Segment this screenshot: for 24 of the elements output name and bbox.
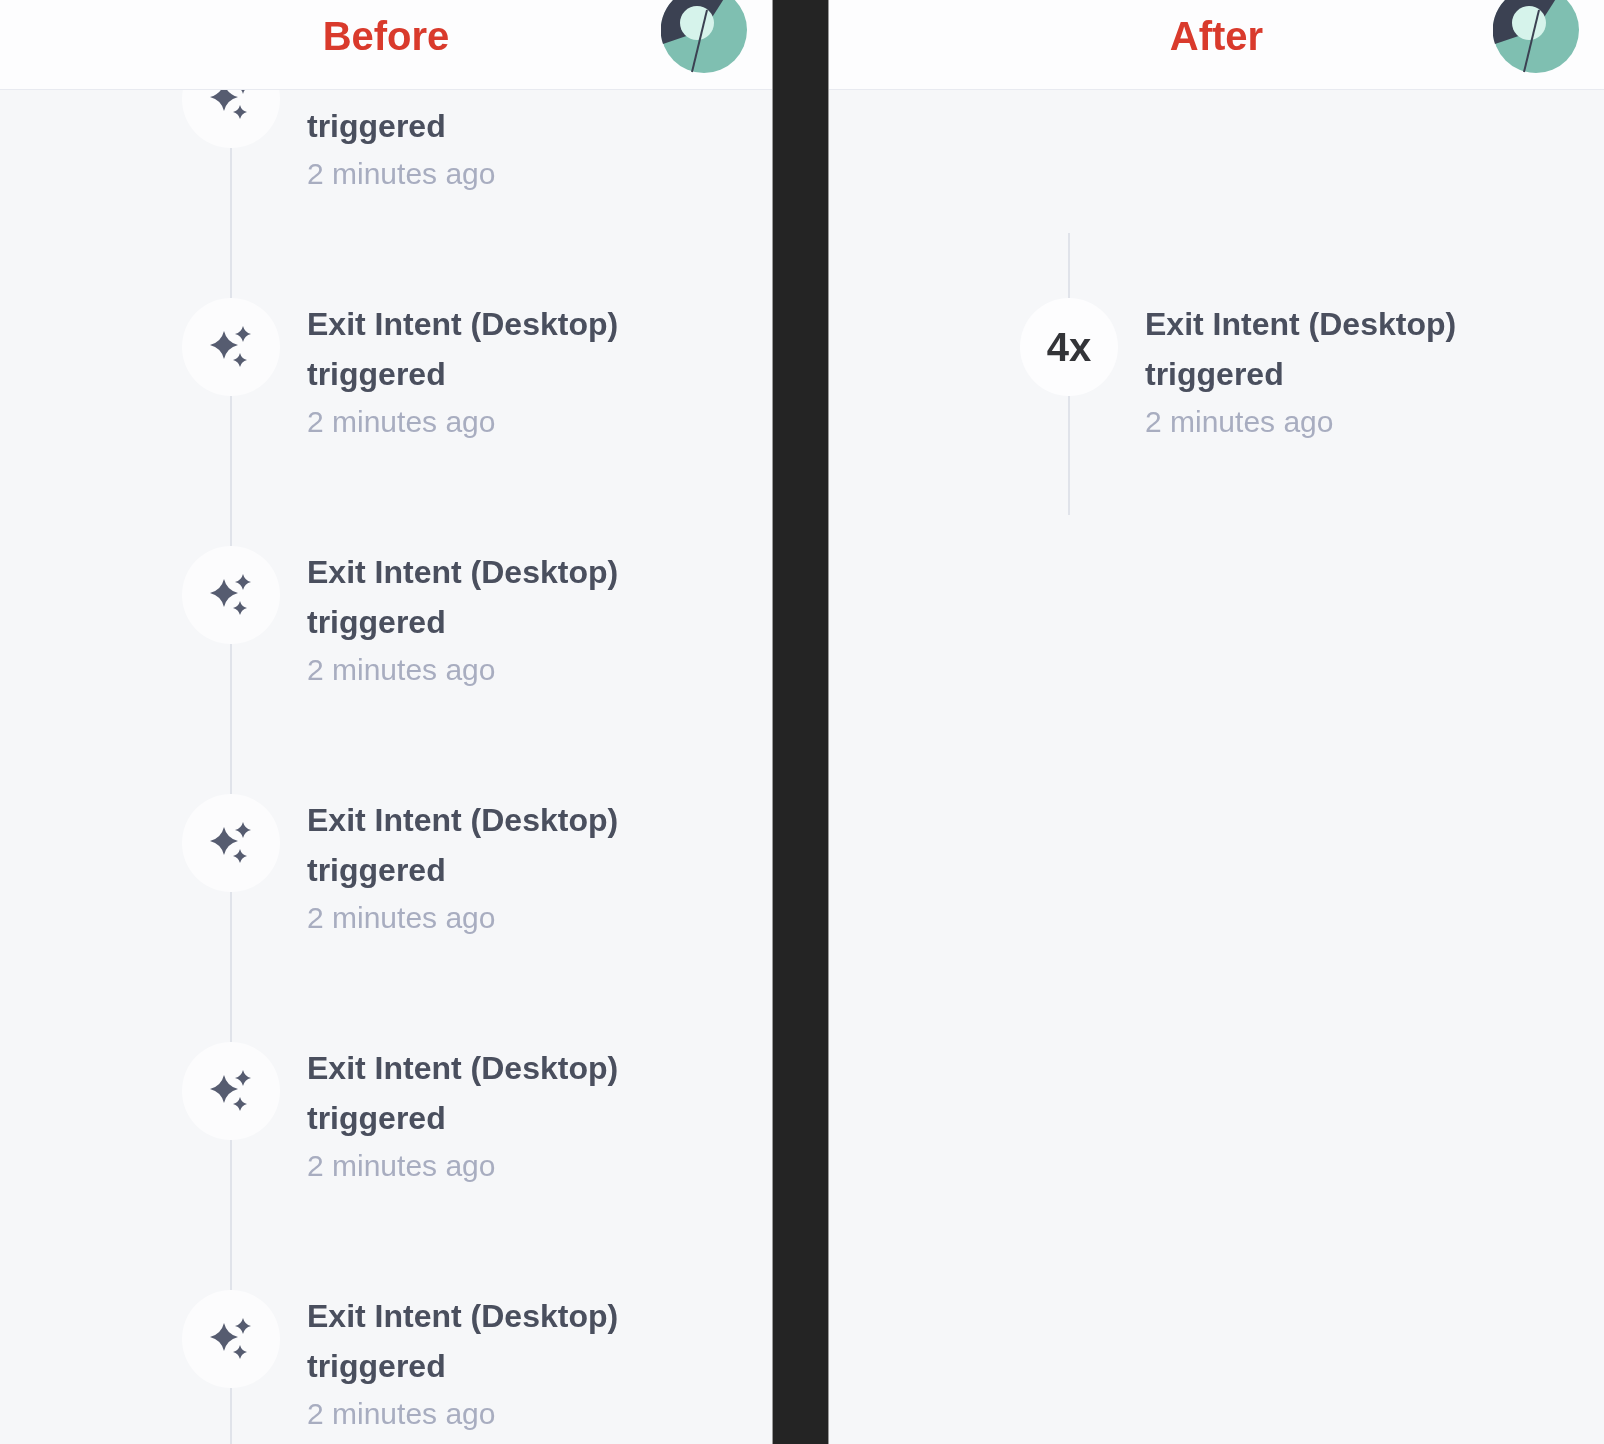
avatar-icon [1493, 0, 1579, 73]
sparkle-icon [182, 298, 280, 396]
event-title: triggered [307, 107, 447, 146]
event-time: 2 minutes ago [307, 156, 497, 192]
event-time: 2 minutes ago [1145, 404, 1335, 440]
count-badge: 4x [1020, 298, 1118, 396]
sparkle-icon [182, 794, 280, 892]
sparkle-icon [182, 1042, 280, 1140]
event-title: Exit Intent (Desktop) triggered [307, 1297, 620, 1386]
event-time: 2 minutes ago [307, 404, 497, 440]
event-time: 2 minutes ago [307, 1148, 497, 1184]
sparkle-icon [182, 546, 280, 644]
event-time: 2 minutes ago [307, 1396, 497, 1432]
event-title: Exit Intent (Desktop) triggered [307, 1049, 620, 1138]
event-title: Exit Intent (Desktop) triggered [307, 553, 620, 642]
event-title: Exit Intent (Desktop) triggered [307, 801, 620, 890]
event-title: Exit Intent (Desktop) triggered [1145, 305, 1458, 394]
event-time: 2 minutes ago [307, 652, 497, 688]
event-title: Exit Intent (Desktop) triggered [307, 305, 620, 394]
panel-title: Before [322, 13, 450, 60]
panel-title: After [1169, 13, 1264, 60]
avatar-icon [661, 0, 747, 73]
sparkle-icon [182, 1290, 280, 1388]
event-time: 2 minutes ago [307, 900, 497, 936]
